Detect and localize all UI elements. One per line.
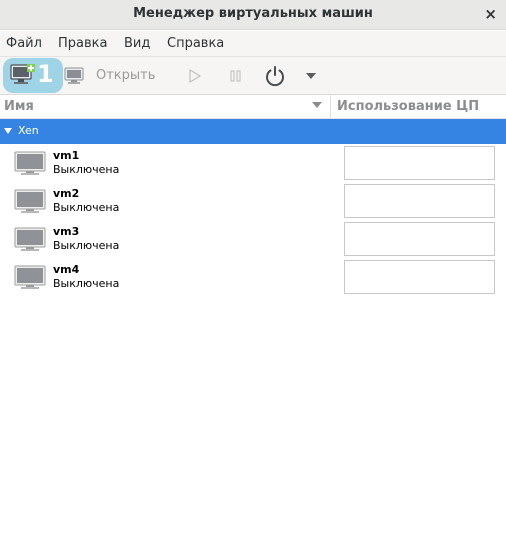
column-separator bbox=[330, 95, 331, 119]
menu-view[interactable]: Вид bbox=[124, 36, 150, 51]
vm-status: Выключена bbox=[53, 277, 120, 290]
toolbar: 1 Открыть bbox=[0, 57, 506, 95]
vm-name: vm3 bbox=[53, 225, 80, 238]
cpu-usage-graph bbox=[344, 184, 495, 218]
new-vm-icon bbox=[10, 64, 35, 84]
group-name: Xen bbox=[18, 124, 39, 137]
menu-help[interactable]: Справка bbox=[167, 36, 224, 51]
cpu-usage-graph bbox=[344, 222, 495, 256]
cpu-usage-graph bbox=[344, 260, 495, 294]
vm-status: Выключена bbox=[53, 163, 120, 176]
vm-status: Выключена bbox=[53, 201, 120, 214]
column-name-header[interactable]: Имя bbox=[4, 99, 34, 114]
open-vm-icon[interactable] bbox=[64, 67, 86, 85]
cpu-usage-graph bbox=[344, 146, 495, 180]
column-cpu-header[interactable]: Использование ЦП bbox=[337, 99, 479, 114]
open-button-label[interactable]: Открыть bbox=[96, 68, 155, 83]
vm-row[interactable]: vm3 Выключена bbox=[0, 220, 506, 258]
new-vm-button[interactable]: 1 bbox=[3, 58, 63, 93]
vm-row[interactable]: vm1 Выключена bbox=[0, 144, 506, 182]
close-icon[interactable]: × bbox=[484, 5, 497, 23]
vm-icon bbox=[14, 265, 46, 289]
shutdown-icon[interactable] bbox=[263, 64, 287, 88]
pause-icon[interactable] bbox=[228, 68, 244, 84]
vm-name: vm1 bbox=[53, 149, 80, 162]
expander-icon[interactable] bbox=[4, 128, 12, 134]
column-header: Имя Использование ЦП bbox=[0, 95, 506, 119]
sort-arrow-icon bbox=[312, 102, 322, 108]
shutdown-dropdown-icon[interactable] bbox=[305, 72, 317, 80]
vm-row[interactable]: vm2 Выключена bbox=[0, 182, 506, 220]
vm-status: Выключена bbox=[53, 239, 120, 252]
new-vm-badge: 1 bbox=[37, 60, 54, 88]
vm-icon bbox=[14, 189, 46, 213]
menu-file[interactable]: Файл bbox=[6, 36, 42, 51]
vm-name: vm4 bbox=[53, 263, 80, 276]
title-bar: Менеджер виртуальных машин × bbox=[0, 0, 506, 30]
vm-icon bbox=[14, 151, 46, 175]
vm-row[interactable]: vm4 Выключена bbox=[0, 258, 506, 296]
vm-icon bbox=[14, 227, 46, 251]
group-row-xen[interactable]: Xen bbox=[0, 119, 506, 144]
menu-edit[interactable]: Правка bbox=[58, 36, 107, 51]
menu-bar: Файл Правка Вид Справка bbox=[0, 31, 506, 57]
window-title: Менеджер виртуальных машин bbox=[133, 6, 373, 21]
run-icon[interactable] bbox=[187, 68, 203, 84]
vm-name: vm2 bbox=[53, 187, 80, 200]
